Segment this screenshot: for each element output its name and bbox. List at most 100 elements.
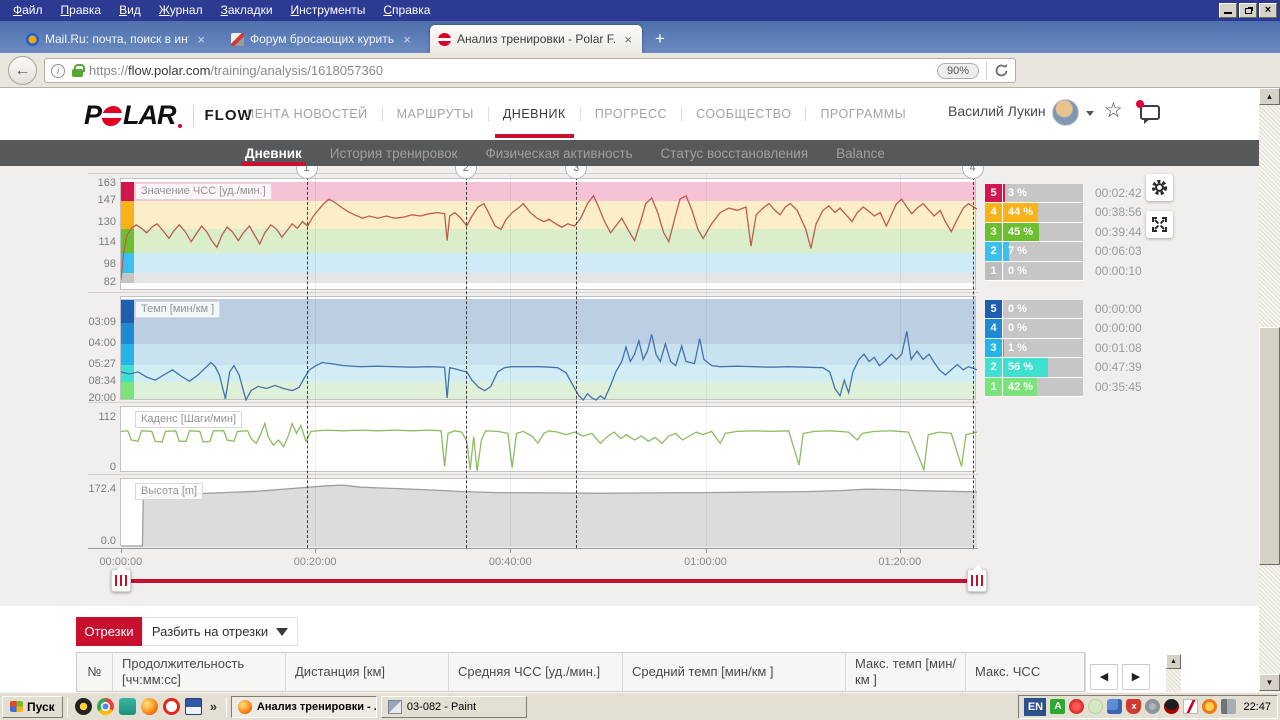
nav-link[interactable]: ДНЕВНИК (489, 88, 580, 140)
start-button[interactable]: Пуск (2, 695, 63, 718)
nav-link[interactable]: МАРШРУТЫ (383, 88, 488, 140)
tab-close-icon[interactable]: × (401, 32, 413, 47)
zone-time: 00:00:00 (1095, 302, 1142, 316)
settings-button[interactable] (1146, 174, 1173, 201)
pace-series-line (121, 331, 977, 401)
taskbar: Пуск » Анализ тренировки - ... 03-082 - P… (0, 692, 1280, 720)
scroll-thumb[interactable] (1259, 327, 1280, 565)
start-label: Пуск (27, 699, 55, 714)
back-button[interactable]: ← (8, 56, 37, 85)
slider-handle-right[interactable] (967, 565, 987, 592)
subnav-link[interactable]: Физическая активность (486, 140, 633, 166)
menubar-item[interactable]: Вид (110, 0, 150, 21)
menubar-item[interactable]: Правка (52, 0, 111, 21)
scroll-up-icon[interactable]: ▲ (1166, 654, 1181, 669)
zone-time: 00:00:00 (1095, 321, 1142, 336)
nav-link[interactable]: ПРОГРЕСС (581, 88, 681, 140)
zone-bar-fill (1003, 184, 1006, 203)
nav-link[interactable]: ПРОГРАММЫ (806, 88, 920, 140)
opera-icon[interactable] (162, 698, 180, 715)
save-icon[interactable] (184, 698, 202, 715)
tab-close-icon[interactable]: × (622, 32, 634, 47)
table-header-label: Макс. ЧСС (975, 664, 1041, 680)
menubar-item[interactable]: Справка (374, 0, 439, 21)
subnav-link[interactable]: Статус восстановления (661, 140, 809, 166)
info-icon[interactable]: i (51, 63, 65, 78)
polar-logo[interactable]: P LAR FLOW (84, 100, 253, 131)
zone-row: 2 56 % 00:47:39 (985, 358, 1255, 378)
chrome-icon[interactable] (96, 698, 114, 715)
nav-link[interactable]: ЛЕНТА НОВОСТЕЙ (232, 88, 382, 140)
zone-row: 2 7 % 00:06:03 (985, 242, 1255, 262)
time-axis-label: 01:20:00 (878, 556, 922, 568)
table-header-cell: Продолжительность [чч:мм:сс] (113, 653, 286, 691)
subnav-link[interactable]: История тренировок (330, 140, 458, 166)
antivirus-icon[interactable]: A (1050, 699, 1066, 714)
zoom-level-badge[interactable]: 90% (936, 62, 979, 79)
table-header-cell: Средний темп [мин/км ] (623, 653, 846, 691)
zone-row: 5 0 % 00:00:00 (985, 300, 1255, 320)
favorite-star-icon[interactable]: ☆ (1104, 98, 1123, 123)
teal-app-icon[interactable] (118, 698, 136, 715)
y-tick: 147 (97, 193, 116, 206)
green-oval-icon[interactable] (1088, 699, 1104, 714)
scroll-up-button[interactable]: ▲ (1259, 88, 1280, 105)
menubar-item[interactable]: Файл (4, 0, 52, 21)
taskbar-task[interactable]: 03-082 - Paint (380, 695, 527, 718)
y-tick: 03:09 (88, 316, 116, 328)
volume-icon[interactable] (1221, 699, 1237, 714)
sub-nav: Дневник История тренировок Физическая акти… (0, 140, 1259, 166)
avatar[interactable] (1052, 99, 1079, 126)
scroll-down-button[interactable]: ▼ (1259, 674, 1280, 691)
range-slider-track[interactable] (121, 579, 977, 583)
y-tick: 114 (98, 235, 116, 248)
divider (225, 696, 227, 717)
firefox-task-icon (237, 699, 252, 714)
segments-button[interactable]: Отрезки (76, 617, 142, 646)
table-scrollbar[interactable]: ▲ (1166, 654, 1181, 692)
table-header-label: Продолжительность [чч:мм:сс] (122, 656, 245, 687)
table-next-button[interactable]: ▶ (1122, 664, 1150, 690)
menubar-item[interactable]: Закладки (212, 0, 282, 21)
table-header-label: Дистанция [км] (295, 664, 385, 680)
pace-zone-table: 5 0 % 00:00:00 4 0 % 00:00:00 3 1 % 00:01:08 2 56 … (985, 300, 1255, 397)
polar-sync-icon[interactable] (1183, 699, 1199, 714)
user-name[interactable]: Василий Лукин (948, 103, 1046, 119)
split-segments-dropdown[interactable]: Разбить на отрезки (142, 617, 298, 646)
menubar-item[interactable]: Журнал (150, 0, 212, 21)
overflow-chevron[interactable]: » (205, 699, 222, 714)
url-field[interactable]: i https:// flow.polar.com /training/anal… (44, 58, 1016, 83)
daemon-tray-icon[interactable] (1164, 699, 1180, 714)
taskbar-task[interactable]: Анализ тренировки - ... (230, 695, 377, 718)
daemon-tools-icon[interactable] (74, 698, 92, 715)
forum-favicon (231, 32, 244, 46)
chevron-down-icon[interactable] (1086, 111, 1094, 116)
new-tab-button[interactable]: + (648, 28, 672, 50)
subnav-link[interactable]: Дневник (241, 140, 306, 166)
language-indicator[interactable]: EN (1024, 697, 1047, 716)
tab-1[interactable]: Mail.Ru: почта, поиск в инт... × (18, 25, 215, 53)
minimize-button[interactable] (1219, 3, 1237, 18)
tab-2[interactable]: Форум бросающих курить × (223, 25, 421, 53)
divider (192, 104, 194, 127)
restore-button[interactable] (1239, 3, 1257, 18)
shield-icon[interactable]: x (1126, 699, 1142, 714)
close-button[interactable]: × (1259, 3, 1277, 18)
subnav-link[interactable]: Balance (836, 140, 885, 166)
red-burst-icon[interactable] (1069, 699, 1085, 714)
slider-handle-left[interactable] (111, 565, 131, 592)
split-segments-label: Разбить на отрезки (151, 624, 269, 639)
nav-link[interactable]: СООБЩЕСТВО (682, 88, 805, 140)
fullscreen-button[interactable] (1146, 211, 1173, 238)
webcam-icon[interactable] (1145, 699, 1161, 714)
menubar-item[interactable]: Инструменты (282, 0, 375, 21)
tab-close-icon[interactable]: × (195, 32, 207, 47)
firefox-icon[interactable] (140, 698, 158, 715)
reload-icon[interactable] (994, 63, 1009, 78)
chat-icon[interactable] (1140, 105, 1160, 124)
network-icon[interactable] (1107, 699, 1123, 714)
table-prev-button[interactable]: ◀ (1090, 664, 1118, 690)
tab-3[interactable]: Анализ тренировки - Polar F... × (430, 25, 642, 53)
target-icon[interactable] (1202, 699, 1218, 714)
browser-scrollbar[interactable]: ▲ ▼ (1259, 88, 1280, 692)
